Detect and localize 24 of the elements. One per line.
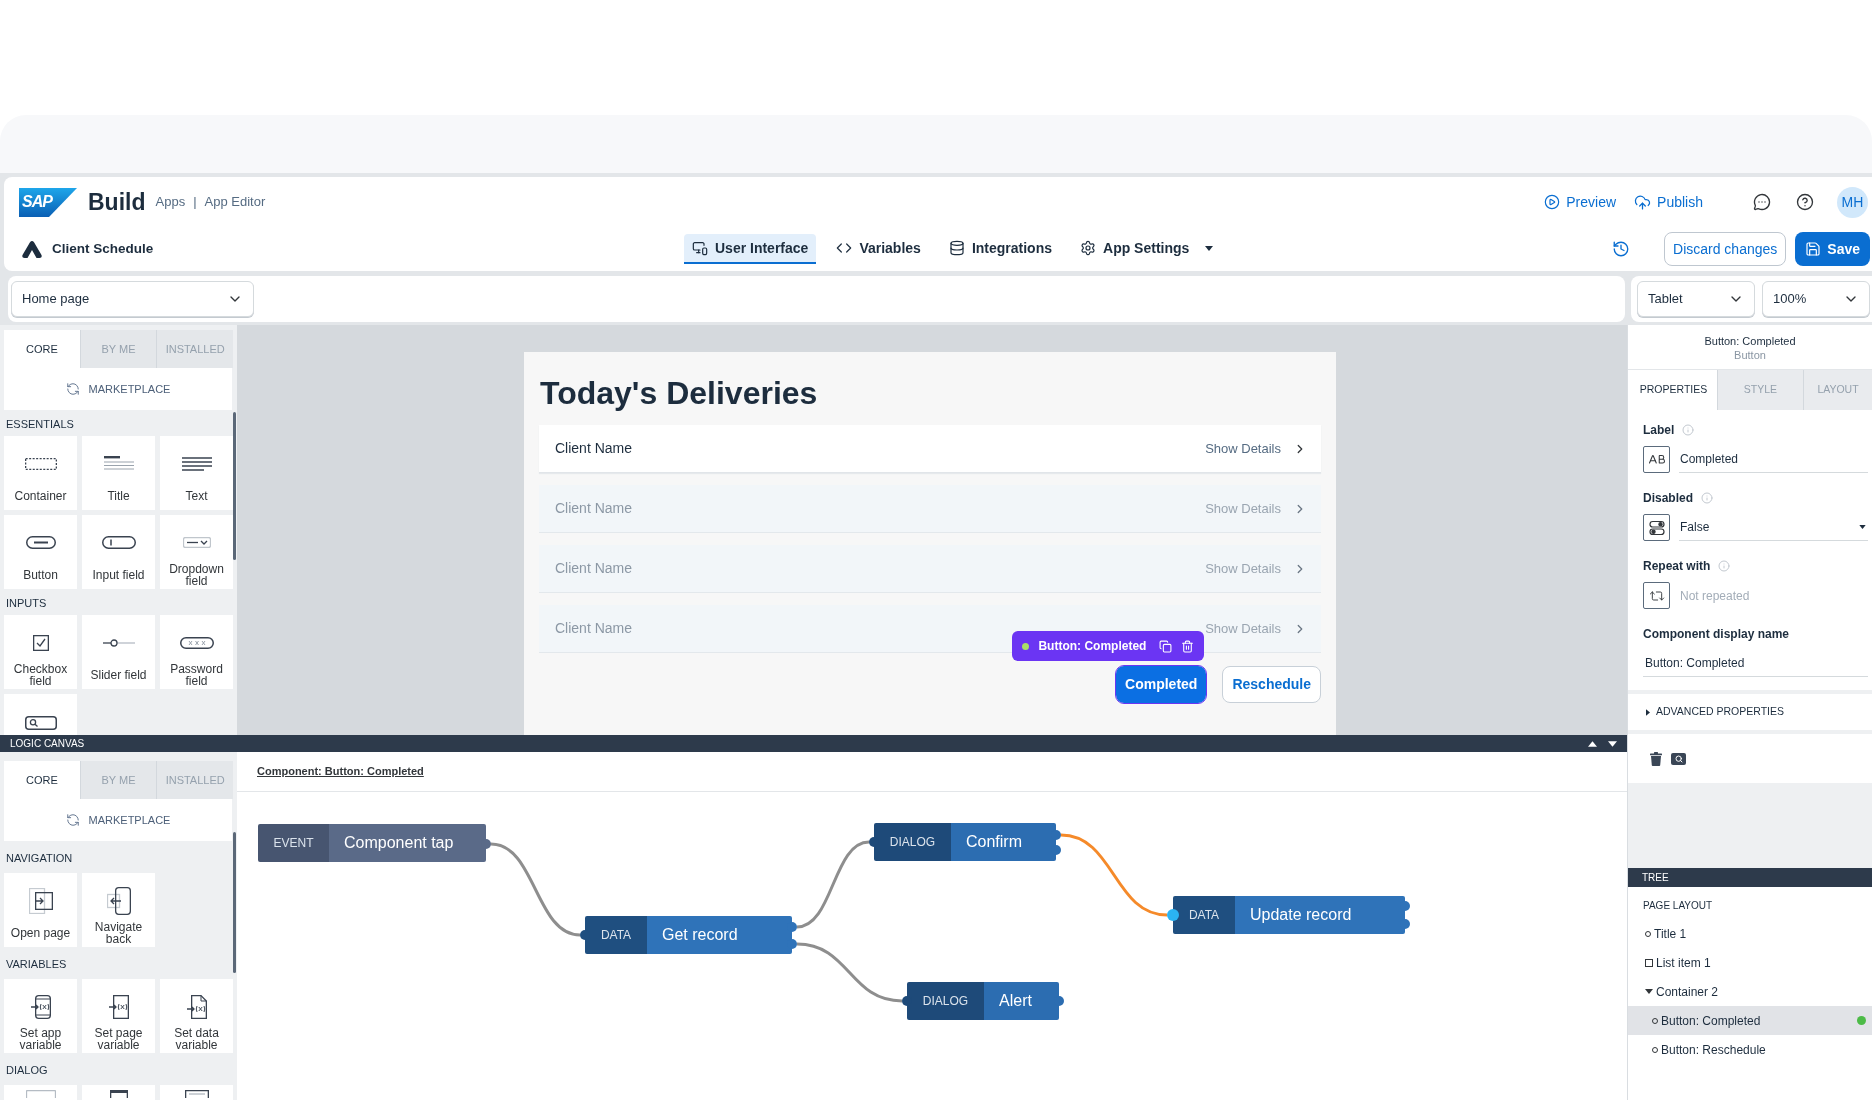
- logo-text: SAP: [21, 194, 52, 210]
- client-name: Client Name: [555, 439, 633, 458]
- section-title: PAGE LAYOUT: [1642, 900, 1714, 912]
- section-title: NAVIGATION: [6, 852, 74, 864]
- component-type: Button: [1734, 348, 1766, 362]
- component-title: Button: Completed: [1704, 334, 1796, 348]
- client-name: Client Name: [555, 559, 633, 578]
- field-label: Disabled: [1643, 490, 1693, 507]
- field-label: Repeat with: [1643, 558, 1711, 575]
- selection-label: Button: Completed: [1038, 638, 1147, 655]
- field-label: Label: [1643, 422, 1675, 439]
- section-title: INPUTS: [6, 597, 48, 609]
- section-title: DIALOG: [6, 1064, 49, 1076]
- bar-title: TREE: [1642, 872, 1669, 883]
- client-name: Client Name: [555, 619, 633, 638]
- section-title: ESSENTIALS: [6, 418, 75, 430]
- field-label: Component display name: [1643, 626, 1790, 643]
- app-name: Client Schedule: [52, 239, 154, 258]
- page-title: Today's Deliveries: [539, 374, 819, 412]
- product-name: Build: [88, 190, 146, 214]
- section-title: VARIABLES: [6, 958, 68, 970]
- client-name: Client Name: [555, 499, 633, 518]
- breadcrumb-separator: |: [193, 193, 197, 212]
- bar-title: LOGIC CANVAS: [10, 738, 85, 749]
